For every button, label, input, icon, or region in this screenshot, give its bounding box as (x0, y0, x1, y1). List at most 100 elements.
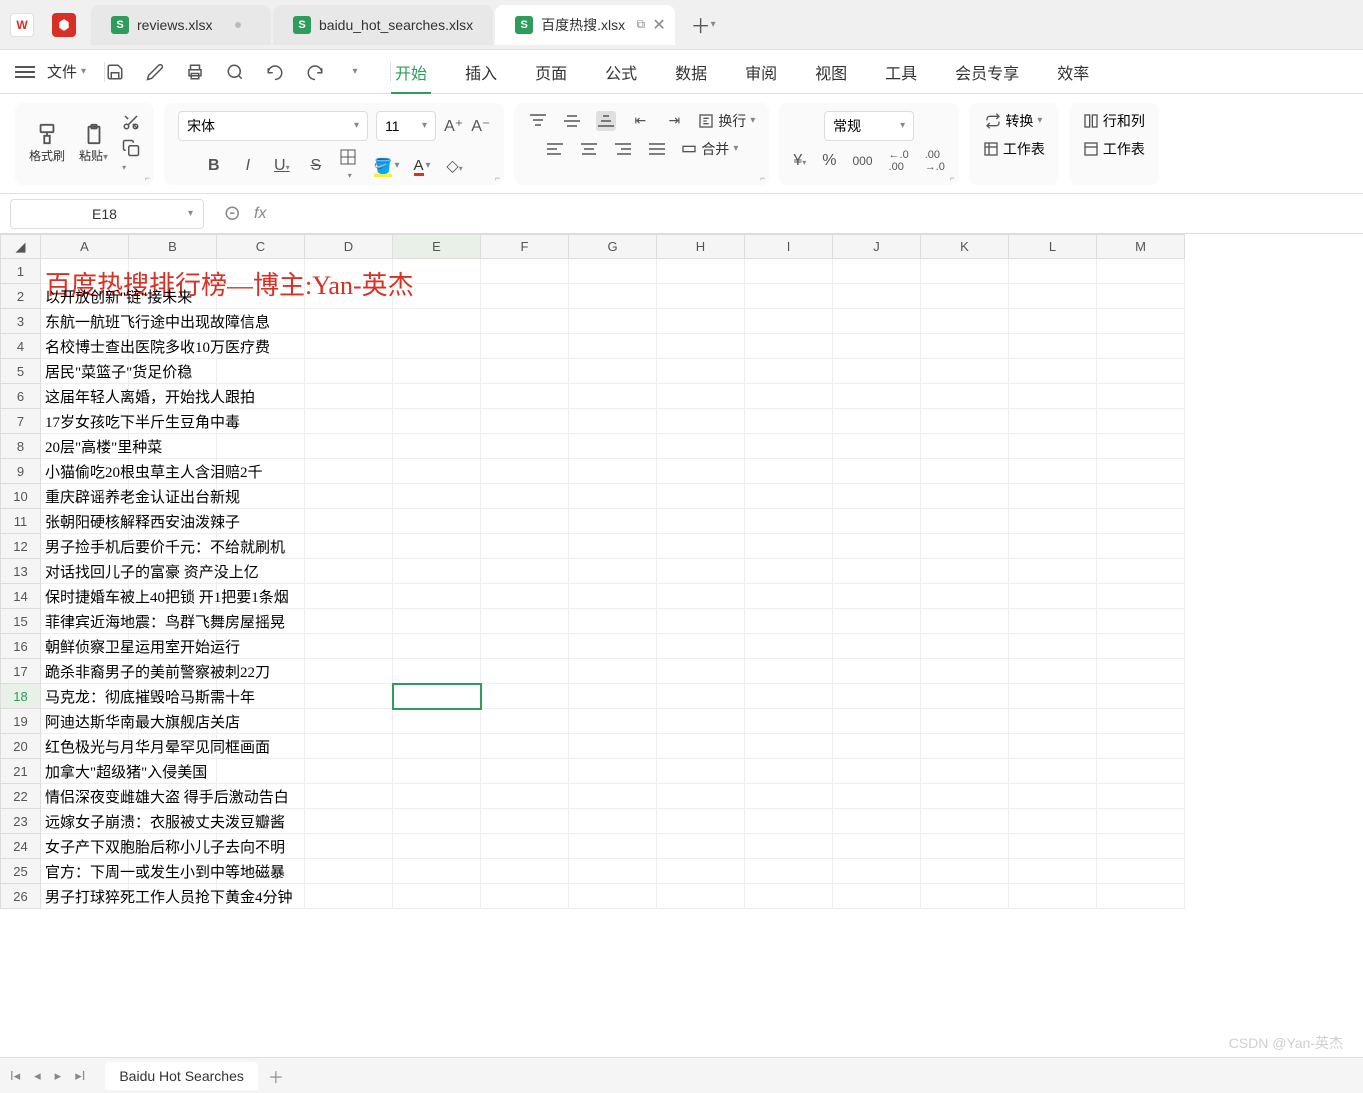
cell-D10[interactable] (305, 484, 393, 509)
row-header-18[interactable]: 18 (1, 684, 41, 709)
cell-K24[interactable] (921, 834, 1009, 859)
cell-L3[interactable] (1009, 309, 1097, 334)
cell-M13[interactable] (1097, 559, 1185, 584)
cell-F4[interactable] (481, 334, 569, 359)
cell-I6[interactable] (745, 384, 833, 409)
cell-L12[interactable] (1009, 534, 1097, 559)
border-button[interactable]: ▾ (340, 149, 360, 183)
cell-I25[interactable] (745, 859, 833, 884)
cell-I12[interactable] (745, 534, 833, 559)
copy-icon[interactable]: ▾ (122, 139, 140, 175)
cell-F7[interactable] (481, 409, 569, 434)
cell-L5[interactable] (1009, 359, 1097, 384)
cell-M7[interactable] (1097, 409, 1185, 434)
currency-icon[interactable]: ¥▾ (793, 152, 806, 170)
row-header-19[interactable]: 19 (1, 709, 41, 734)
row-header-14[interactable]: 14 (1, 584, 41, 609)
cell-E8[interactable] (393, 434, 481, 459)
cell-H26[interactable] (657, 884, 745, 909)
cell-J9[interactable] (833, 459, 921, 484)
sheet-nav-first-icon[interactable]: I◂ (10, 1068, 20, 1084)
cell-L24[interactable] (1009, 834, 1097, 859)
cell-K13[interactable] (921, 559, 1009, 584)
cell-I17[interactable] (745, 659, 833, 684)
cell-J25[interactable] (833, 859, 921, 884)
cell-L25[interactable] (1009, 859, 1097, 884)
column-header-F[interactable]: F (481, 235, 569, 259)
cell-E21[interactable] (393, 759, 481, 784)
cell-M17[interactable] (1097, 659, 1185, 684)
zoom-out-icon[interactable] (224, 205, 242, 223)
cell-K25[interactable] (921, 859, 1009, 884)
cell-B14[interactable] (129, 584, 217, 609)
cell-L20[interactable] (1009, 734, 1097, 759)
cell-D19[interactable] (305, 709, 393, 734)
cell-F24[interactable] (481, 834, 569, 859)
cell-G10[interactable] (569, 484, 657, 509)
cell-J10[interactable] (833, 484, 921, 509)
cell-A20[interactable]: 红色极光与月华月晕罕见同框画面 (41, 734, 129, 759)
column-header-B[interactable]: B (129, 235, 217, 259)
cell-F9[interactable] (481, 459, 569, 484)
cell-H4[interactable] (657, 334, 745, 359)
column-header-A[interactable]: A (41, 235, 129, 259)
cell-A19[interactable]: 阿迪达斯华南最大旗舰店关店 (41, 709, 129, 734)
cell-B8[interactable] (129, 434, 217, 459)
cell-H9[interactable] (657, 459, 745, 484)
cell-B6[interactable] (129, 384, 217, 409)
cell-G1[interactable] (569, 259, 657, 284)
increase-indent-icon[interactable]: ⇥ (664, 111, 684, 131)
group-expand-icon[interactable]: ⌐ (760, 173, 765, 183)
cell-M25[interactable] (1097, 859, 1185, 884)
cell-K11[interactable] (921, 509, 1009, 534)
cell-M6[interactable] (1097, 384, 1185, 409)
strikethrough-button[interactable]: S (306, 157, 326, 175)
cell-B12[interactable] (129, 534, 217, 559)
sheet-nav-last-icon[interactable]: ▸I (75, 1068, 85, 1084)
cell-K7[interactable] (921, 409, 1009, 434)
cell-L23[interactable] (1009, 809, 1097, 834)
cell-H14[interactable] (657, 584, 745, 609)
row-header-10[interactable]: 10 (1, 484, 41, 509)
column-header-D[interactable]: D (305, 235, 393, 259)
cell-G2[interactable] (569, 284, 657, 309)
row-header-12[interactable]: 12 (1, 534, 41, 559)
convert-button[interactable]: 转换▾ (985, 111, 1042, 131)
cell-C25[interactable] (217, 859, 305, 884)
menu-tab-insert[interactable]: 插入 (461, 52, 501, 92)
cell-A11[interactable]: 张朝阳硬核解释西安油泼辣子 (41, 509, 129, 534)
row-header-7[interactable]: 7 (1, 409, 41, 434)
cell-G3[interactable] (569, 309, 657, 334)
row-header-22[interactable]: 22 (1, 784, 41, 809)
cell-I3[interactable] (745, 309, 833, 334)
cell-K12[interactable] (921, 534, 1009, 559)
cell-L26[interactable] (1009, 884, 1097, 909)
cell-H13[interactable] (657, 559, 745, 584)
cell-J18[interactable] (833, 684, 921, 709)
cell-A26[interactable]: 男子打球猝死工作人员抢下黄金4分钟 (41, 884, 129, 909)
cell-H2[interactable] (657, 284, 745, 309)
cell-C26[interactable] (217, 884, 305, 909)
cell-C18[interactable] (217, 684, 305, 709)
paste-button[interactable]: 粘贴▾ (79, 123, 108, 164)
cell-J19[interactable] (833, 709, 921, 734)
cell-C17[interactable] (217, 659, 305, 684)
cell-M1[interactable] (1097, 259, 1185, 284)
cell-I18[interactable] (745, 684, 833, 709)
cell-G11[interactable] (569, 509, 657, 534)
cell-D24[interactable] (305, 834, 393, 859)
align-top-icon[interactable] (528, 111, 548, 131)
cell-J17[interactable] (833, 659, 921, 684)
cell-M11[interactable] (1097, 509, 1185, 534)
cell-E7[interactable] (393, 409, 481, 434)
cell-B5[interactable] (129, 359, 217, 384)
cell-J26[interactable] (833, 884, 921, 909)
file-tab-baidu-hot[interactable]: S baidu_hot_searches.xlsx (273, 5, 493, 45)
cell-K10[interactable] (921, 484, 1009, 509)
cell-J1[interactable] (833, 259, 921, 284)
cell-F15[interactable] (481, 609, 569, 634)
cell-I14[interactable] (745, 584, 833, 609)
cell-L7[interactable] (1009, 409, 1097, 434)
cell-I24[interactable] (745, 834, 833, 859)
cell-E25[interactable] (393, 859, 481, 884)
